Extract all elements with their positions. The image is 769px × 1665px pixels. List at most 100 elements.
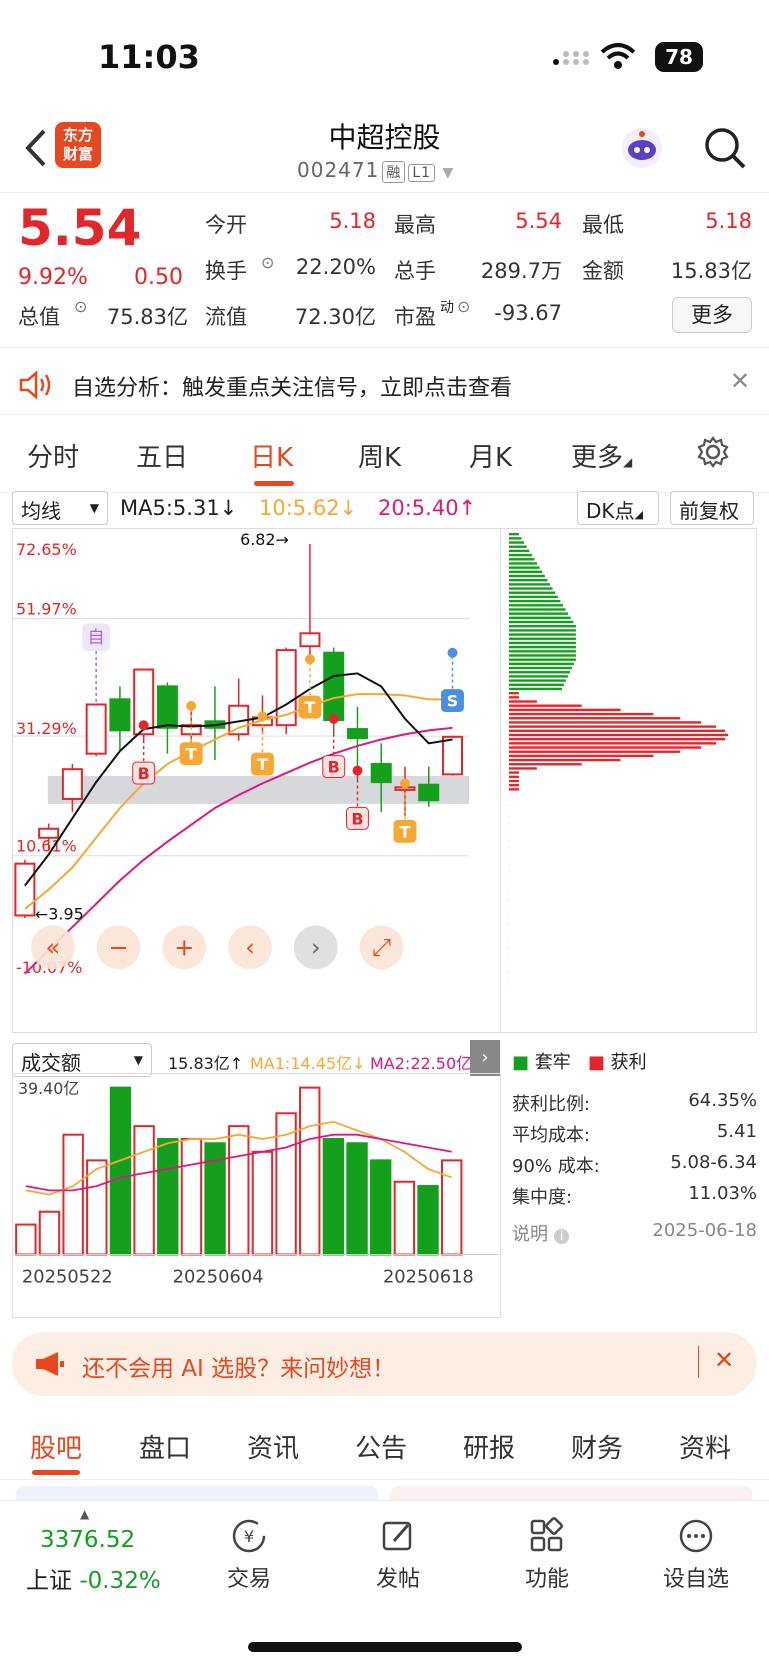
chip-distribution-chart xyxy=(501,528,757,1033)
control-glyph: − xyxy=(109,933,129,961)
card-edge xyxy=(16,1486,378,1500)
volume-bar xyxy=(299,1086,321,1256)
signal-dot xyxy=(304,654,315,665)
nav-functions[interactable]: 功能 xyxy=(497,1517,597,1593)
stock-code-row[interactable]: 002471 融 L1 ▼ xyxy=(297,158,454,183)
high-label: 最高 xyxy=(394,213,436,237)
card-edge xyxy=(390,1486,752,1500)
chip-bar xyxy=(508,666,572,670)
tab-intraday[interactable]: 分时 xyxy=(27,437,79,474)
chip-bar xyxy=(508,683,564,686)
quote-panel: 5.54 9.92% 0.50 今开 5.18 最高 5.54 最低 5.18 … xyxy=(0,192,769,348)
chip-bar xyxy=(508,679,566,682)
tab-announcements[interactable]: 公告 xyxy=(355,1428,407,1465)
chip-bar xyxy=(508,629,576,632)
chip-bar xyxy=(508,725,717,728)
control-glyph: › xyxy=(311,933,321,961)
candle-body xyxy=(85,703,107,755)
chip-bar xyxy=(508,591,556,594)
tab-more[interactable]: 更多◢ xyxy=(571,437,632,474)
float-cap-label: 流值 xyxy=(205,305,247,329)
stat-90-cost: 90% 成本: 5.08-6.34 xyxy=(512,1152,757,1177)
chip-bar xyxy=(508,704,582,707)
chip-bar xyxy=(508,687,562,691)
alert-bar[interactable]: 自选分析：触发重点关注信号，立即点击查看 ✕ xyxy=(0,355,769,415)
profit-legend: 获利 xyxy=(610,1052,647,1073)
more-button[interactable]: 更多 xyxy=(672,297,752,333)
home-indicator xyxy=(248,1642,522,1652)
nav-watchlist[interactable]: 设自选 xyxy=(646,1517,746,1593)
tab-news[interactable]: 资讯 xyxy=(247,1428,299,1465)
volume-indicator-select[interactable]: 成交额 ▼ xyxy=(12,1043,152,1077)
volume-chart: 39.40亿 20250522 20250604 20250618 xyxy=(12,1073,501,1318)
tab-guba[interactable]: 股吧 xyxy=(30,1428,82,1465)
next-icon[interactable]: › xyxy=(293,925,338,970)
close-icon[interactable]: ✕ xyxy=(730,367,750,395)
zoom-in-icon[interactable]: + xyxy=(162,925,207,970)
tab-5day[interactable]: 五日 xyxy=(136,437,188,474)
ai-banner[interactable]: 还不会用 AI 选股？来问妙想！ ✕ xyxy=(12,1332,757,1396)
info-dots-icon[interactable]: ⊙ xyxy=(457,297,470,316)
low-value: 5.18 xyxy=(705,209,752,233)
close-icon[interactable]: ✕ xyxy=(714,1346,734,1374)
stat-note[interactable]: 说明 i 2025-06-18 xyxy=(512,1220,757,1246)
status-bar: 11:03 78 xyxy=(0,0,769,110)
nav-trade[interactable]: ¥ 交易 xyxy=(199,1517,299,1593)
chip-bar xyxy=(508,783,519,787)
y-axis-label: 10.61% xyxy=(16,837,77,856)
date-label: 20250618 xyxy=(383,1266,474,1287)
candle-body xyxy=(323,651,345,722)
stat-avg-cost: 平均成本: 5.41 xyxy=(512,1121,757,1146)
chip-bar xyxy=(508,721,702,724)
rewind-icon[interactable]: « xyxy=(30,925,75,970)
low-label: 最低 xyxy=(582,213,624,237)
candle-body xyxy=(61,768,83,800)
profit-legend-icon: ■ xyxy=(587,1052,605,1073)
banner-text: 还不会用 AI 选股？来问妙想！ xyxy=(82,1356,396,1382)
chip-bar xyxy=(508,558,535,561)
chip-bar xyxy=(508,532,519,536)
info-dots-icon[interactable]: ⊙ xyxy=(74,297,87,316)
tab-finance[interactable]: 财务 xyxy=(571,1428,623,1465)
zoom-out-icon[interactable]: − xyxy=(96,925,141,970)
volume-current: 15.83亿↑ xyxy=(168,1054,244,1073)
candlestick-chart[interactable]: 72.65%51.97%31.29%10.61%-10.07%BTTTBBTS自… xyxy=(12,528,501,1033)
stat-concentration: 集中度: 11.03% xyxy=(512,1183,757,1208)
ma-select[interactable]: 均线 ▼ xyxy=(12,491,108,525)
ai-robot-icon[interactable] xyxy=(618,124,666,172)
change-amount: 0.50 xyxy=(134,265,183,290)
index-value[interactable]: 3376.52 xyxy=(40,1527,135,1553)
chip-bar xyxy=(508,717,681,720)
tab-profile[interactable]: 资料 xyxy=(679,1428,731,1465)
dk-point-select[interactable]: DK点◢ xyxy=(577,491,659,525)
chart-controls: 均线 ▼ MA5:5.31↓ 10:5.62↓ 20:5.40↑ DK点◢ 前复权 xyxy=(0,490,769,530)
fullscreen-icon[interactable]: ⤢ xyxy=(359,925,404,970)
volume-bar xyxy=(109,1086,132,1256)
chip-bar xyxy=(508,599,561,603)
adjustment-button[interactable]: 前复权 xyxy=(670,491,754,525)
search-icon[interactable] xyxy=(703,126,747,170)
info-dots-icon[interactable]: ⊙ xyxy=(261,253,274,272)
candle-body xyxy=(370,763,392,784)
wifi-icon xyxy=(600,43,636,69)
tab-pankou[interactable]: 盘口 xyxy=(139,1428,191,1465)
tab-weekly-k[interactable]: 周K xyxy=(358,437,401,474)
gear-icon[interactable] xyxy=(696,435,730,469)
volume-bar xyxy=(15,1223,37,1256)
chip-bar xyxy=(508,541,525,544)
volume-bar xyxy=(62,1133,84,1256)
signal-dot xyxy=(352,765,363,776)
bottom-nav: ▲ 3376.52 上证 -0.32% ¥ 交易 发帖 功能 设自选 xyxy=(0,1500,769,1665)
prev-icon[interactable]: ‹ xyxy=(228,925,272,970)
chip-bar xyxy=(508,545,527,548)
signal-dot xyxy=(257,711,268,722)
tab-monthly-k[interactable]: 月K xyxy=(469,437,512,474)
ma5-value: MA5:5.31↓ xyxy=(120,496,238,520)
nav-post[interactable]: 发帖 xyxy=(348,1517,448,1593)
candle-body xyxy=(441,735,463,776)
tab-research[interactable]: 研报 xyxy=(463,1428,515,1465)
expand-arrow-icon[interactable]: › xyxy=(470,1040,500,1076)
stock-code: 002471 xyxy=(297,158,380,182)
tab-daily-k[interactable]: 日K xyxy=(250,437,293,474)
index-row[interactable]: 上证 -0.32% xyxy=(26,1561,161,1595)
